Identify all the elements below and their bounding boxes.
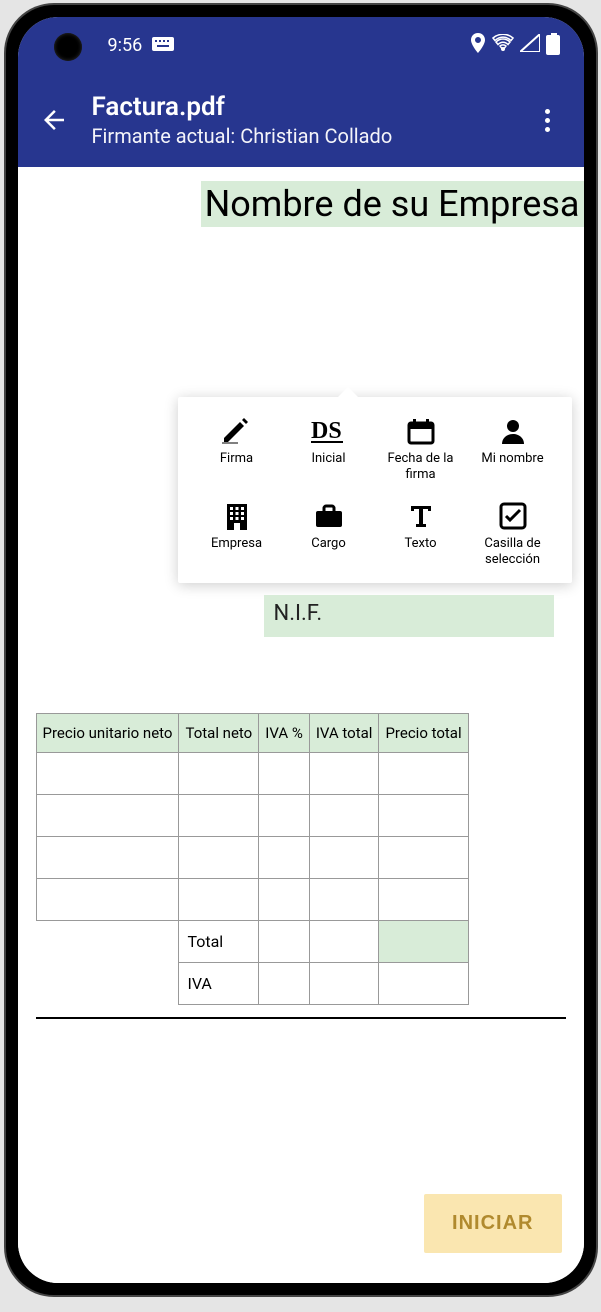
location-icon (470, 33, 486, 58)
signature-icon (218, 415, 256, 447)
back-button[interactable] (36, 102, 72, 138)
keyboard-icon (152, 35, 174, 56)
table-row (36, 795, 468, 837)
table-row (36, 837, 468, 879)
wifi-icon (492, 34, 514, 57)
text-icon (402, 500, 440, 532)
table-total-row: Total (36, 921, 468, 963)
table-header-row: Precio unitario neto Total neto IVA % IV… (36, 714, 468, 753)
app-bar: Factura.pdf Firmante actual: Christian C… (18, 73, 584, 167)
initial-icon: DS (310, 415, 348, 447)
table-header: IVA % (259, 714, 310, 753)
table-row (36, 879, 468, 921)
start-button[interactable]: INICIAR (424, 1194, 561, 1253)
divider-line (36, 1017, 566, 1019)
table-header: Precio total (379, 714, 468, 753)
tool-initial[interactable]: DS Inicial (286, 415, 372, 482)
tool-label: Casilla de selección (470, 536, 556, 567)
overflow-menu-button[interactable] (530, 102, 566, 138)
tool-label: Inicial (311, 451, 345, 479)
tool-signature[interactable]: Firma (194, 415, 280, 482)
tool-date-signed[interactable]: Fecha de la firma (378, 415, 464, 482)
table-header: IVA total (309, 714, 379, 753)
total-label: Total (179, 921, 259, 963)
document-canvas[interactable]: Nombre de su Empresa Firma DS Inicial Fe… (18, 167, 584, 1283)
table-row (36, 753, 468, 795)
app-title: Factura.pdf (92, 92, 530, 122)
iva-label: IVA (179, 963, 259, 1005)
total-value-cell[interactable] (379, 921, 468, 963)
tool-label: Mi nombre (481, 451, 543, 479)
tool-text[interactable]: Texto (378, 500, 464, 567)
tool-label: Fecha de la firma (378, 451, 464, 482)
table-header: Precio unitario neto (36, 714, 179, 753)
calendar-icon (402, 415, 440, 447)
app-subtitle: Firmante actual: Christian Collado (92, 124, 530, 148)
nif-field[interactable]: N.I.F. (264, 595, 554, 637)
invoice-table: Precio unitario neto Total neto IVA % IV… (36, 713, 469, 1005)
table-iva-row: IVA (36, 963, 468, 1005)
tool-name[interactable]: Mi nombre (470, 415, 556, 482)
tool-label: Empresa (211, 536, 262, 564)
tool-label: Firma (220, 451, 253, 479)
tool-company[interactable]: Empresa (194, 500, 280, 567)
tool-label: Texto (404, 536, 436, 564)
status-time: 9:56 (108, 35, 143, 56)
signal-icon (520, 34, 540, 57)
building-icon (218, 500, 256, 532)
battery-icon (546, 35, 560, 55)
person-icon (494, 415, 532, 447)
field-toolbox-popover: Firma DS Inicial Fecha de la firma Mi no… (178, 397, 572, 583)
tool-label: Cargo (311, 536, 346, 564)
tool-title[interactable]: Cargo (286, 500, 372, 567)
table-header: Total neto (179, 714, 259, 753)
briefcase-icon (310, 500, 348, 532)
tool-checkbox[interactable]: Casilla de selección (470, 500, 556, 567)
status-bar: 9:56 (18, 17, 584, 73)
company-name-field[interactable]: Nombre de su Empresa (201, 181, 584, 227)
svg-text:DS: DS (311, 418, 342, 444)
checkbox-icon (494, 500, 532, 532)
